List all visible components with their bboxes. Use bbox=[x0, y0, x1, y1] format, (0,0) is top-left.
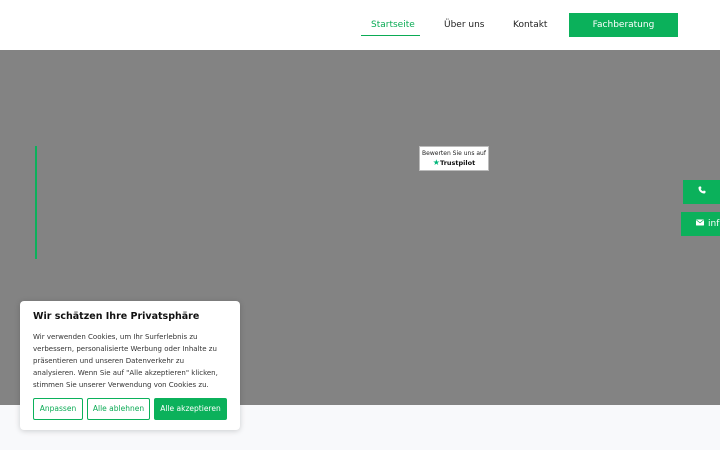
trustpilot-widget[interactable]: Bewerten Sie uns auf ★Trustpilot bbox=[419, 146, 489, 171]
cookie-accept-button[interactable]: Alle akzeptieren bbox=[154, 398, 227, 420]
cookie-text: Wir verwenden Cookies, um Ihr Surferlebn… bbox=[33, 333, 218, 389]
nav-item-kontakt[interactable]: Kontakt bbox=[513, 0, 547, 50]
fachberatung-button[interactable]: Fachberatung bbox=[569, 13, 678, 37]
star-icon: ★ bbox=[432, 158, 440, 167]
trustpilot-logo-text: Trustpilot bbox=[439, 159, 476, 167]
email-contact-button[interactable]: inf bbox=[681, 212, 720, 236]
phone-contact-button[interactable] bbox=[683, 180, 720, 204]
nav-item-ueber-uns[interactable]: Über uns bbox=[444, 0, 485, 50]
mail-icon bbox=[694, 212, 706, 236]
nav-item-startseite[interactable]: Startseite bbox=[371, 0, 415, 50]
trustpilot-text: Bewerten Sie uns auf bbox=[422, 150, 486, 157]
cookie-title: Wir schätzen Ihre Privatsphäre bbox=[33, 311, 200, 322]
trustpilot-logo: ★Trustpilot bbox=[420, 158, 488, 167]
cookie-consent-banner: Wir schätzen Ihre Privatsphäre Wir verwe… bbox=[20, 301, 240, 430]
phone-icon bbox=[694, 180, 710, 204]
nav-active-indicator bbox=[361, 35, 420, 36]
cookie-customize-button[interactable]: Anpassen bbox=[33, 398, 83, 420]
hero-accent-line bbox=[35, 146, 37, 259]
email-label: inf bbox=[708, 219, 720, 229]
site-header: Startseite Über uns Kontakt Fachberatung bbox=[0, 0, 720, 50]
cookie-reject-button[interactable]: Alle ablehnen bbox=[87, 398, 150, 420]
